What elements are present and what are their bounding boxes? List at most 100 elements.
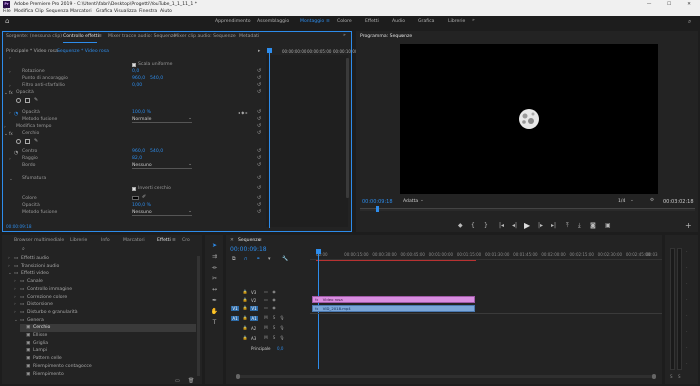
chevron-down-icon[interactable]: ⌄ [4, 132, 8, 137]
menu-sequenza[interactable]: Sequenza [46, 9, 69, 14]
nest-icon[interactable]: ⧉ [232, 256, 236, 262]
menu-marcatori[interactable]: Marcatori [70, 9, 92, 14]
menu-finestra[interactable]: Finestra [139, 9, 157, 14]
effects-tree-item[interactable]: › ▭ Effetti audio [8, 255, 196, 263]
lift-icon[interactable]: ⤒ [566, 222, 569, 230]
flicker-value[interactable]: 0,00 [132, 82, 142, 89]
eyedropper-icon[interactable]: ✐ [142, 194, 146, 200]
tab-markers[interactable]: Marcatori [123, 236, 145, 246]
reset-icon[interactable]: ↺ [257, 175, 261, 181]
track-a2-label[interactable]: A2 [251, 326, 256, 331]
effects-scrollbar[interactable] [197, 256, 200, 376]
track-a1-label[interactable]: A1 [250, 316, 258, 321]
workspace-menu-icon[interactable]: ≡ [326, 19, 330, 24]
chevron-right-icon[interactable]: › [9, 70, 11, 75]
mark-out-icon[interactable]: } [484, 222, 488, 229]
effects-tree-item[interactable]: ⌄ ▭ Genera [14, 317, 196, 325]
sync-lock-icon[interactable]: ▭ [263, 289, 269, 295]
tab-source[interactable]: Sorgente: (nessuna clip) [6, 32, 62, 42]
panel-overflow-icon[interactable]: » [343, 33, 346, 38]
ec-playhead[interactable] [269, 48, 270, 228]
rect-mask-icon[interactable] [25, 139, 30, 144]
settings-icon[interactable]: 🔧 [282, 256, 288, 262]
video-clip[interactable]: fx Video rosa [312, 296, 475, 303]
chevron-down-icon[interactable]: ⌄ [4, 91, 8, 96]
center-x-value[interactable]: 960,0 [132, 148, 145, 155]
mark-in-icon[interactable]: { [471, 222, 475, 229]
anchor-y-value[interactable]: 540,0 [150, 75, 163, 82]
mute-button[interactable]: M [263, 335, 269, 341]
effects-tree-item[interactable]: › ▭ Transizioni audio [8, 263, 196, 271]
reset-icon[interactable]: ↺ [257, 82, 261, 88]
effects-tree-item[interactable]: ▣ Lampi [20, 347, 196, 355]
step-forward-icon[interactable]: |▸ [538, 222, 543, 229]
anchor-x-value[interactable]: 960,0 [132, 75, 145, 82]
rotation-value[interactable]: 0,0 [132, 68, 139, 75]
workspace-montaggio[interactable]: Montaggio [300, 19, 324, 24]
radius-value[interactable]: 82,0 [132, 155, 142, 162]
play-icon[interactable]: ▸ [258, 49, 260, 54]
chevron-down-icon[interactable]: ⌄ [420, 198, 424, 203]
program-timecode[interactable]: 00:00:09:18 [362, 199, 393, 205]
source-patch-v1[interactable]: V1 [231, 306, 239, 311]
tab-effect-controls[interactable]: Controllo effetti [63, 32, 99, 42]
reset-icon[interactable]: ↺ [257, 68, 261, 74]
chevron-right-icon[interactable]: › [9, 157, 11, 162]
solo-button[interactable]: S [271, 335, 277, 341]
effects-tree-item[interactable]: › ▭ Correzione colore [14, 294, 196, 302]
quality-dropdown[interactable]: 1/4 [618, 199, 625, 204]
reset-icon[interactable]: ↺ [257, 185, 261, 191]
reset-icon[interactable]: ↺ [257, 123, 261, 129]
mic-icon[interactable]: 🎙 [279, 325, 285, 331]
scale-uniform-checkbox[interactable] [132, 63, 136, 67]
menu-grafica[interactable]: Grafica [96, 9, 113, 14]
minimize-button[interactable]: — [640, 0, 658, 9]
tab-metadata[interactable]: Metadati [239, 32, 259, 42]
work-area-bar[interactable] [316, 260, 476, 261]
clip-source-header[interactable]: Principale * Video rosa [6, 49, 58, 54]
effects-tree-item[interactable]: ▣ Griglia [20, 340, 196, 348]
meter-solo-left[interactable]: S [670, 374, 673, 379]
trash-icon[interactable]: 🗑 [188, 378, 194, 384]
reset-icon[interactable]: ↺ [257, 195, 261, 201]
reset-icon[interactable]: ↺ [257, 202, 261, 208]
track-select-tool-icon[interactable]: ⇉ [210, 252, 219, 261]
effects-tree-item[interactable]: ▣ Riempimento contagocce [20, 363, 196, 371]
program-scrub-bar[interactable] [360, 208, 695, 211]
tab-program[interactable]: Programma: Sequenze [360, 32, 412, 42]
tab-audio-clip-mixer[interactable]: Mixer clip audio: Sequenze [174, 32, 236, 42]
reset-icon[interactable]: ↺ [257, 209, 261, 215]
chevron-right-icon[interactable]: › [4, 125, 6, 130]
blend2-dropdown[interactable]: Nessuno ⌄ [132, 209, 192, 216]
reset-icon[interactable]: ↺ [257, 155, 261, 161]
timeline-close-icon[interactable]: ✕ [230, 238, 234, 243]
blend-dropdown[interactable]: Normale ⌄ [132, 116, 192, 123]
go-to-out-icon[interactable]: ▸| [551, 222, 556, 229]
fit-dropdown[interactable]: Adatta [403, 199, 418, 204]
reset-icon[interactable]: ↺ [257, 75, 261, 81]
workspace-grafica[interactable]: Grafica [418, 19, 435, 24]
opacity-value[interactable]: 100,0 % [132, 109, 151, 116]
tab-effects[interactable]: Effetti [157, 236, 171, 246]
tab-info[interactable]: Info [101, 236, 110, 246]
hand-tool-icon[interactable]: ✋ [210, 307, 219, 316]
new-bin-icon[interactable]: ▭ [175, 378, 180, 384]
effects-tree-item[interactable]: ▣ Ellisse [20, 332, 196, 340]
effects-tree-item[interactable]: ▣ Pattern celle [20, 355, 196, 363]
ec-timecode[interactable]: 00:00:09:18 [6, 224, 32, 229]
meter-solo-right[interactable]: S [678, 374, 681, 379]
extract-icon[interactable]: ⤓ [578, 222, 581, 230]
tab-media-browser[interactable]: Browser multimediale [14, 236, 64, 246]
chevron-right-icon[interactable]: › [9, 84, 11, 89]
menu-clip[interactable]: Clip [35, 9, 44, 14]
tab-audio-track-mixer[interactable]: Mixer tracce audio: Sequenze [108, 32, 176, 42]
camera-icon[interactable]: ◙ [590, 222, 596, 229]
linked-selection-icon[interactable]: ⚭ [256, 256, 260, 262]
home-icon[interactable]: ⌂ [5, 17, 9, 25]
tab-history[interactable]: Cro [182, 236, 190, 246]
reset-icon[interactable]: ↺ [257, 89, 261, 95]
wrench-icon[interactable]: ⚙ [650, 198, 654, 203]
ripple-edit-tool-icon[interactable]: ⟛ [210, 263, 219, 272]
chevron-right-icon[interactable]: › [9, 56, 11, 61]
keyframe-nav-icon[interactable]: ◂ ◆ ▸ [238, 110, 248, 115]
